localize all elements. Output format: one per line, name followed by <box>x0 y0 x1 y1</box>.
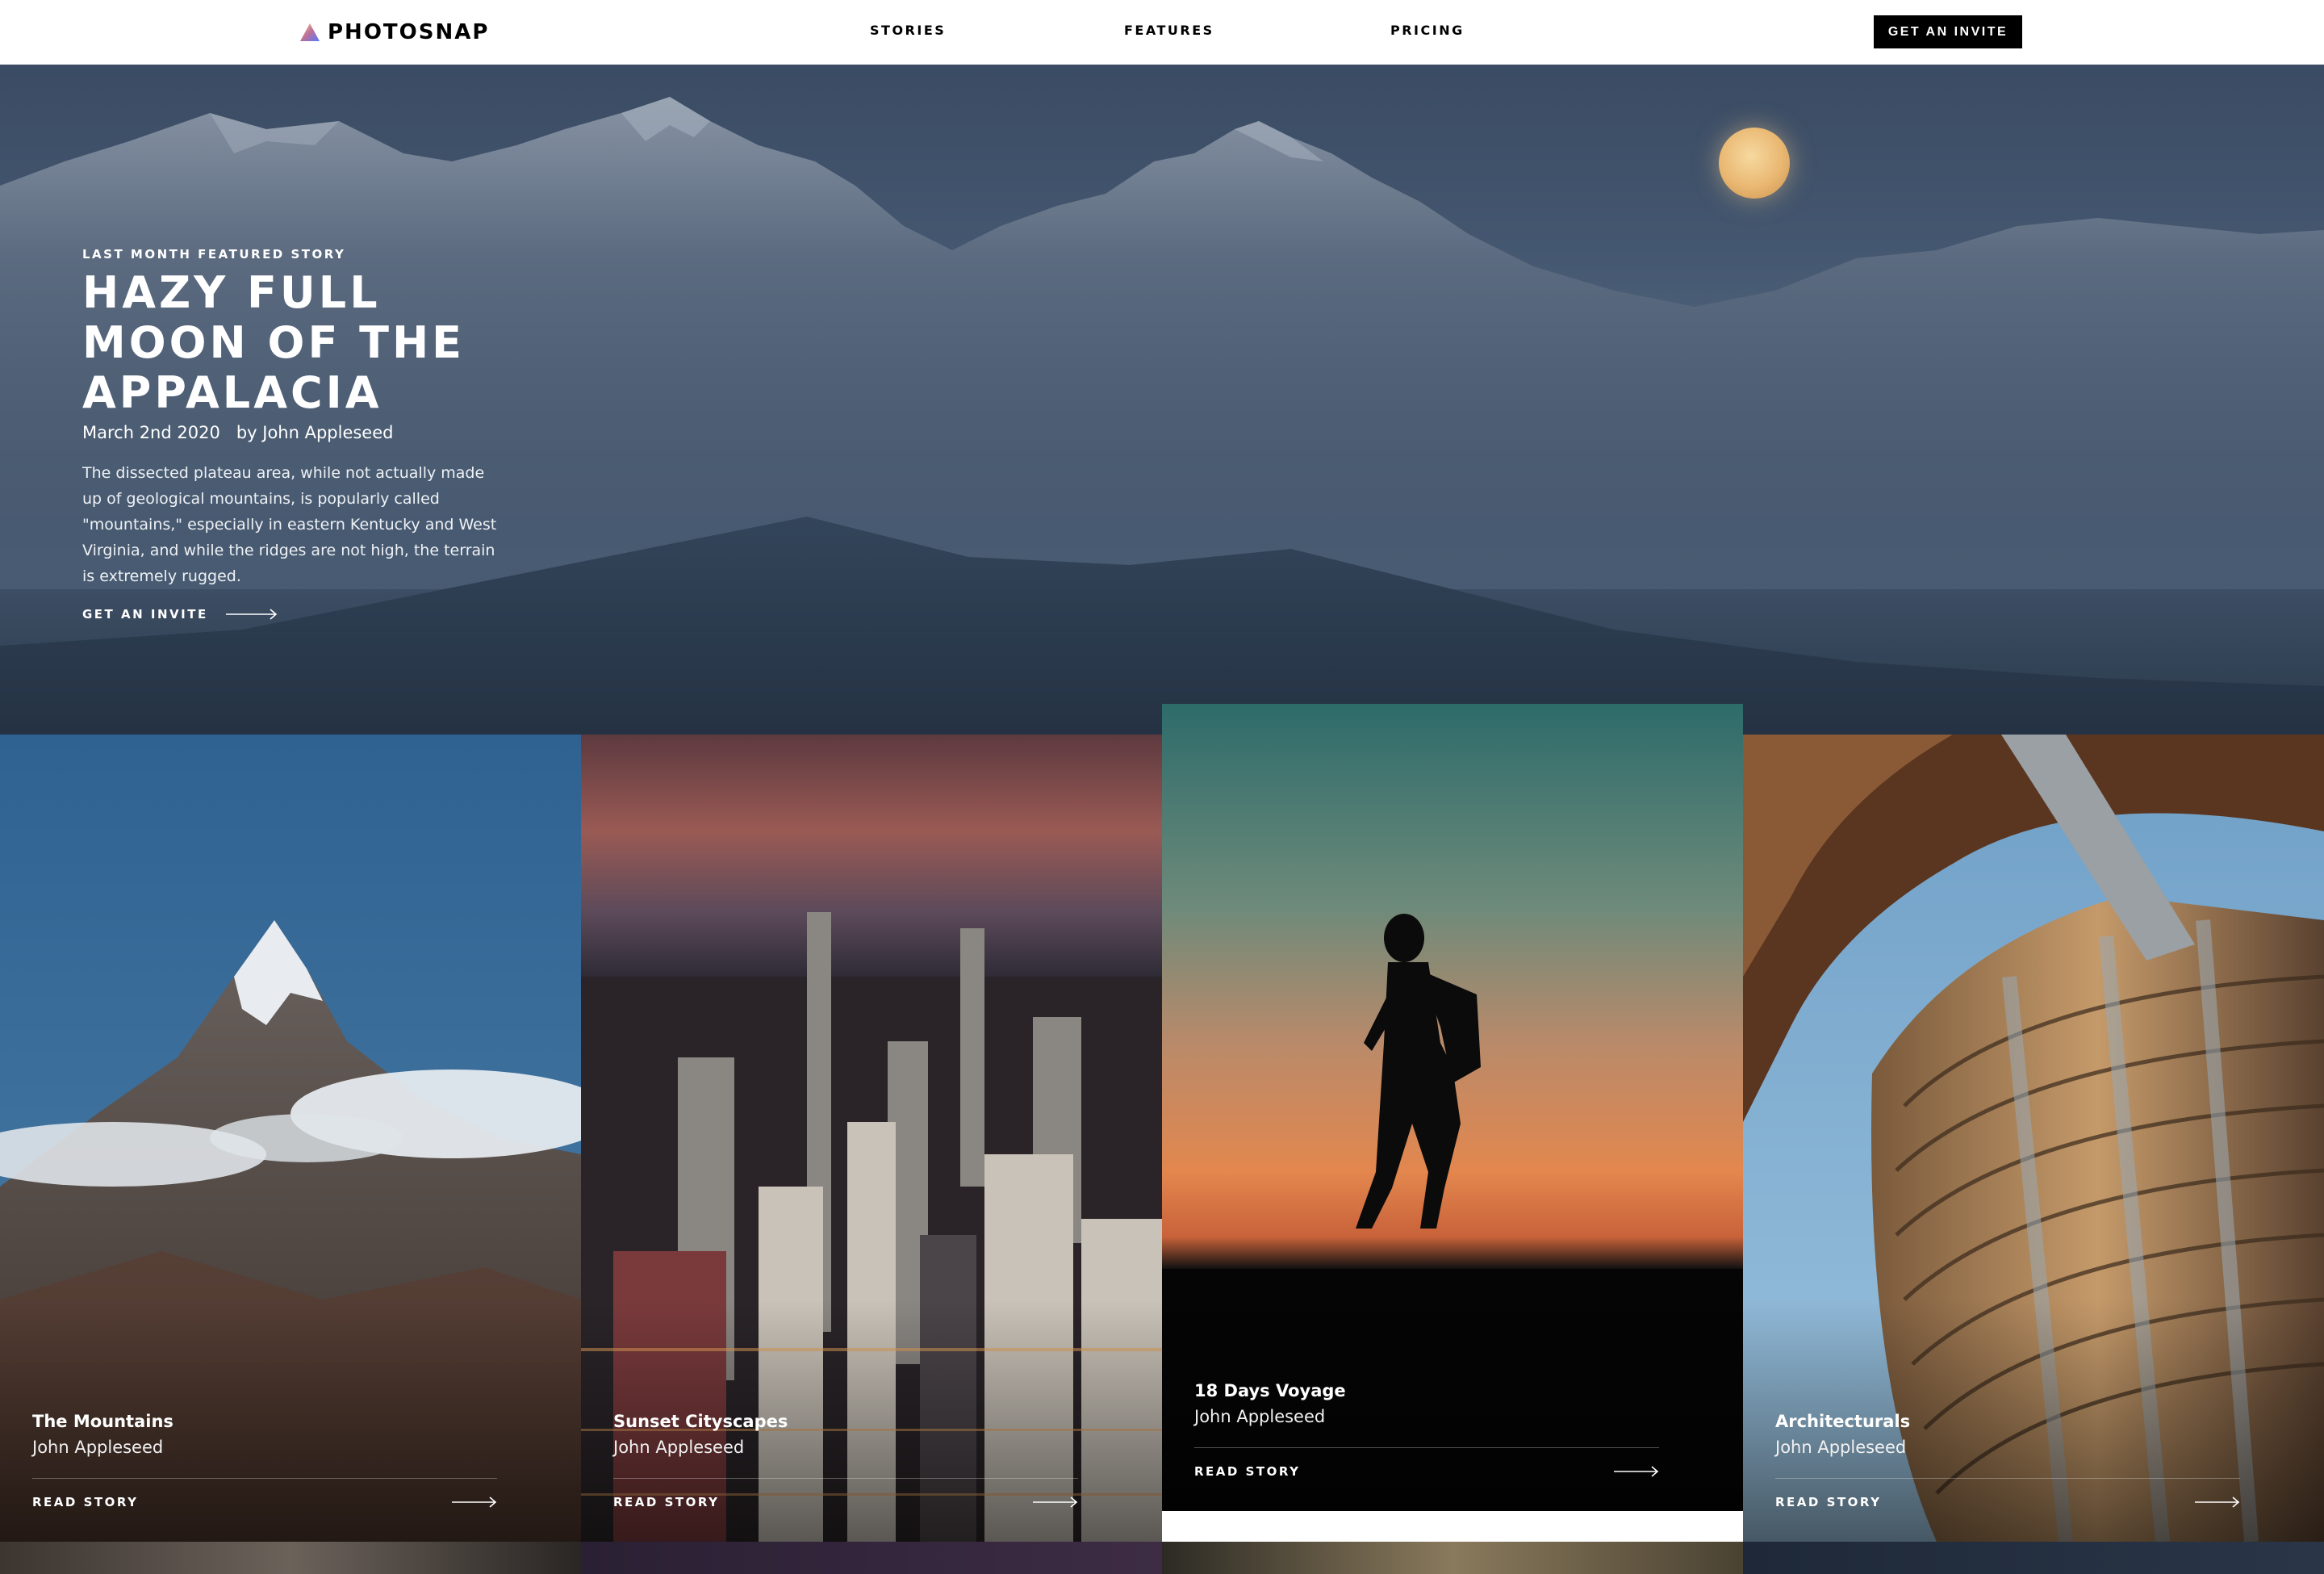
card-info: Architecturals John Appleseed READ STORY <box>1775 1412 2240 1509</box>
arrow-right-icon <box>2195 1497 2240 1508</box>
card-info: 18 Days Voyage John Appleseed READ STORY <box>1194 1381 1659 1479</box>
hero-invite-link[interactable]: GET AN INVITE <box>82 607 502 622</box>
hover-gap <box>1162 1511 1743 1542</box>
read-story-link[interactable]: READ STORY <box>1775 1495 2240 1509</box>
read-story-link[interactable]: READ STORY <box>613 1495 1078 1509</box>
next-row-card-image <box>1743 1542 2324 1574</box>
hero-author: by John Appleseed <box>236 423 394 442</box>
read-story-link[interactable]: READ STORY <box>32 1495 497 1509</box>
card-title: Architecturals <box>1775 1412 1911 1431</box>
hero-eyebrow: LAST MONTH FEATURED STORY <box>82 247 346 262</box>
arrow-right-icon <box>225 609 277 620</box>
next-row-card-image <box>1162 1542 1743 1574</box>
logo-triangle-icon <box>300 23 320 41</box>
arrow-right-icon <box>452 1497 497 1508</box>
hero-date: March 2nd 2020 <box>82 423 220 442</box>
card-author: John Appleseed <box>1194 1407 1326 1426</box>
hero-invite-label: GET AN INVITE <box>82 607 208 622</box>
read-story-label: READ STORY <box>1194 1464 1301 1479</box>
card-author: John Appleseed <box>32 1438 164 1457</box>
divider <box>1194 1447 1659 1448</box>
arrow-right-icon <box>1614 1466 1659 1477</box>
card-author: John Appleseed <box>613 1438 745 1457</box>
nav-link-features[interactable]: FEATURES <box>1124 23 1214 38</box>
card-info: The Mountains John Appleseed READ STORY <box>32 1412 497 1509</box>
story-card[interactable]: Sunset Cityscapes John Appleseed READ ST… <box>581 735 1162 1542</box>
card-title: The Mountains <box>32 1412 173 1431</box>
top-nav: PHOTOSNAP STORIES FEATURES PRICING GET A… <box>0 0 2324 65</box>
divider <box>32 1478 497 1479</box>
read-story-label: READ STORY <box>1775 1495 1882 1509</box>
card-title: 18 Days Voyage <box>1194 1381 1346 1400</box>
moon-image <box>1719 128 1790 199</box>
story-card[interactable]: The Mountains John Appleseed READ STORY <box>0 735 581 1542</box>
card-info: Sunset Cityscapes John Appleseed READ ST… <box>613 1412 1078 1509</box>
get-invite-button[interactable]: GET AN INVITE <box>1874 15 2022 48</box>
card-title: Sunset Cityscapes <box>613 1412 788 1431</box>
read-story-label: READ STORY <box>613 1495 720 1509</box>
hero-section: LAST MONTH FEATURED STORY HAZY FULL MOON… <box>0 65 2324 735</box>
next-row-card-image <box>0 1542 581 1574</box>
story-card-highlighted[interactable]: 18 Days Voyage John Appleseed READ STORY <box>1162 704 1743 1511</box>
nav-link-pricing[interactable]: PRICING <box>1390 23 1465 38</box>
hero-text-block: LAST MONTH FEATURED STORY HAZY FULL MOON… <box>82 247 502 622</box>
story-card[interactable]: Architecturals John Appleseed READ STORY <box>1743 735 2324 1542</box>
hero-meta: March 2nd 2020 by John Appleseed <box>82 423 502 442</box>
read-story-label: READ STORY <box>32 1495 139 1509</box>
divider <box>613 1478 1078 1479</box>
next-row-card-image <box>581 1542 1162 1574</box>
read-story-link[interactable]: READ STORY <box>1194 1464 1659 1479</box>
divider <box>1775 1478 2240 1479</box>
nav-link-stories[interactable]: STORIES <box>870 23 946 38</box>
arrow-right-icon <box>1033 1497 1078 1508</box>
logo[interactable]: PHOTOSNAP <box>300 18 489 47</box>
hero-title: HAZY FULL MOON OF THE APPALACIA <box>82 267 466 418</box>
card-author: John Appleseed <box>1775 1438 1907 1457</box>
logo-text: PHOTOSNAP <box>328 20 490 44</box>
hero-description: The dissected plateau area, while not ac… <box>82 464 497 585</box>
